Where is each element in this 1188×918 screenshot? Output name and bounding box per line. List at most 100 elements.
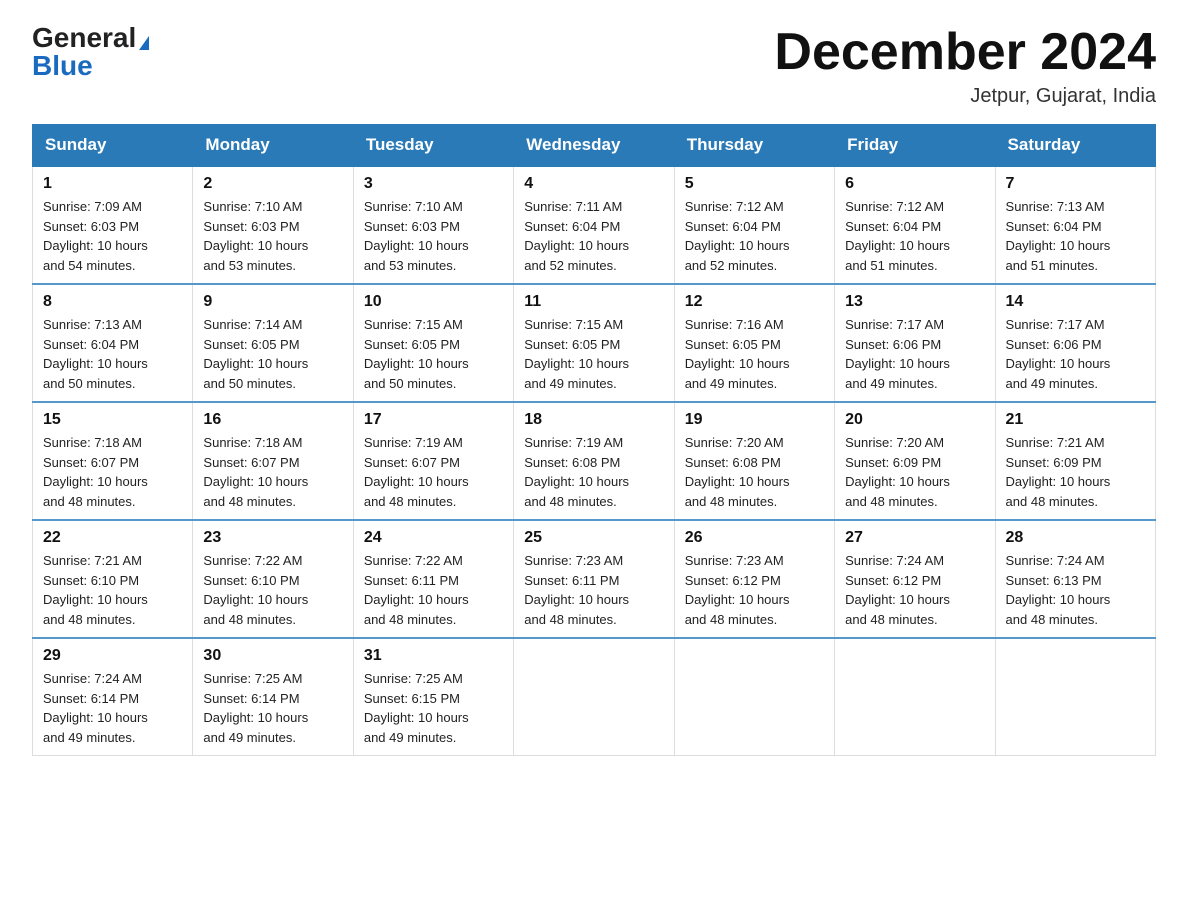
col-header-sunday: Sunday [33, 125, 193, 167]
day-number: 2 [203, 175, 342, 193]
calendar-cell: 1 Sunrise: 7:09 AMSunset: 6:03 PMDayligh… [33, 166, 193, 284]
month-title: December 2024 [774, 24, 1156, 81]
day-number: 31 [364, 647, 503, 665]
day-number: 17 [364, 411, 503, 429]
calendar-cell: 31 Sunrise: 7:25 AMSunset: 6:15 PMDaylig… [353, 638, 513, 756]
day-number: 9 [203, 293, 342, 311]
day-number: 1 [43, 175, 182, 193]
calendar-week-3: 15 Sunrise: 7:18 AMSunset: 6:07 PMDaylig… [33, 402, 1156, 520]
day-number: 5 [685, 175, 824, 193]
day-info: Sunrise: 7:10 AMSunset: 6:03 PMDaylight:… [364, 199, 469, 273]
day-info: Sunrise: 7:16 AMSunset: 6:05 PMDaylight:… [685, 317, 790, 391]
calendar-cell: 27 Sunrise: 7:24 AMSunset: 6:12 PMDaylig… [835, 520, 995, 638]
day-info: Sunrise: 7:09 AMSunset: 6:03 PMDaylight:… [43, 199, 148, 273]
day-info: Sunrise: 7:19 AMSunset: 6:07 PMDaylight:… [364, 435, 469, 509]
calendar-cell [674, 638, 834, 756]
calendar-week-2: 8 Sunrise: 7:13 AMSunset: 6:04 PMDayligh… [33, 284, 1156, 402]
day-number: 7 [1006, 175, 1145, 193]
day-number: 20 [845, 411, 984, 429]
day-info: Sunrise: 7:21 AMSunset: 6:10 PMDaylight:… [43, 553, 148, 627]
day-info: Sunrise: 7:22 AMSunset: 6:11 PMDaylight:… [364, 553, 469, 627]
day-info: Sunrise: 7:22 AMSunset: 6:10 PMDaylight:… [203, 553, 308, 627]
calendar-cell: 18 Sunrise: 7:19 AMSunset: 6:08 PMDaylig… [514, 402, 674, 520]
calendar-cell: 5 Sunrise: 7:12 AMSunset: 6:04 PMDayligh… [674, 166, 834, 284]
day-info: Sunrise: 7:21 AMSunset: 6:09 PMDaylight:… [1006, 435, 1111, 509]
calendar-cell: 17 Sunrise: 7:19 AMSunset: 6:07 PMDaylig… [353, 402, 513, 520]
calendar-cell: 29 Sunrise: 7:24 AMSunset: 6:14 PMDaylig… [33, 638, 193, 756]
col-header-saturday: Saturday [995, 125, 1155, 167]
day-info: Sunrise: 7:19 AMSunset: 6:08 PMDaylight:… [524, 435, 629, 509]
day-info: Sunrise: 7:18 AMSunset: 6:07 PMDaylight:… [203, 435, 308, 509]
day-number: 26 [685, 529, 824, 547]
calendar-cell: 23 Sunrise: 7:22 AMSunset: 6:10 PMDaylig… [193, 520, 353, 638]
day-info: Sunrise: 7:18 AMSunset: 6:07 PMDaylight:… [43, 435, 148, 509]
day-info: Sunrise: 7:17 AMSunset: 6:06 PMDaylight:… [1006, 317, 1111, 391]
day-number: 10 [364, 293, 503, 311]
day-number: 27 [845, 529, 984, 547]
day-info: Sunrise: 7:24 AMSunset: 6:14 PMDaylight:… [43, 671, 148, 745]
calendar-table: SundayMondayTuesdayWednesdayThursdayFrid… [32, 124, 1156, 756]
calendar-cell: 11 Sunrise: 7:15 AMSunset: 6:05 PMDaylig… [514, 284, 674, 402]
calendar-cell [835, 638, 995, 756]
logo-general-text: General [32, 22, 136, 53]
day-info: Sunrise: 7:13 AMSunset: 6:04 PMDaylight:… [1006, 199, 1111, 273]
day-info: Sunrise: 7:12 AMSunset: 6:04 PMDaylight:… [845, 199, 950, 273]
calendar-cell: 21 Sunrise: 7:21 AMSunset: 6:09 PMDaylig… [995, 402, 1155, 520]
day-number: 16 [203, 411, 342, 429]
calendar-cell: 25 Sunrise: 7:23 AMSunset: 6:11 PMDaylig… [514, 520, 674, 638]
day-number: 15 [43, 411, 182, 429]
day-number: 23 [203, 529, 342, 547]
col-header-wednesday: Wednesday [514, 125, 674, 167]
day-info: Sunrise: 7:25 AMSunset: 6:15 PMDaylight:… [364, 671, 469, 745]
title-block: December 2024 Jetpur, Gujarat, India [774, 24, 1156, 108]
calendar-cell [514, 638, 674, 756]
day-number: 14 [1006, 293, 1145, 311]
day-info: Sunrise: 7:23 AMSunset: 6:12 PMDaylight:… [685, 553, 790, 627]
day-info: Sunrise: 7:20 AMSunset: 6:09 PMDaylight:… [845, 435, 950, 509]
day-info: Sunrise: 7:24 AMSunset: 6:13 PMDaylight:… [1006, 553, 1111, 627]
calendar-cell: 16 Sunrise: 7:18 AMSunset: 6:07 PMDaylig… [193, 402, 353, 520]
day-number: 12 [685, 293, 824, 311]
col-header-monday: Monday [193, 125, 353, 167]
day-number: 6 [845, 175, 984, 193]
calendar-cell: 8 Sunrise: 7:13 AMSunset: 6:04 PMDayligh… [33, 284, 193, 402]
logo-triangle-icon [139, 36, 149, 50]
calendar-cell: 6 Sunrise: 7:12 AMSunset: 6:04 PMDayligh… [835, 166, 995, 284]
day-number: 3 [364, 175, 503, 193]
day-number: 22 [43, 529, 182, 547]
day-info: Sunrise: 7:25 AMSunset: 6:14 PMDaylight:… [203, 671, 308, 745]
day-number: 21 [1006, 411, 1145, 429]
calendar-cell: 13 Sunrise: 7:17 AMSunset: 6:06 PMDaylig… [835, 284, 995, 402]
day-number: 29 [43, 647, 182, 665]
calendar-cell: 3 Sunrise: 7:10 AMSunset: 6:03 PMDayligh… [353, 166, 513, 284]
day-info: Sunrise: 7:17 AMSunset: 6:06 PMDaylight:… [845, 317, 950, 391]
day-info: Sunrise: 7:20 AMSunset: 6:08 PMDaylight:… [685, 435, 790, 509]
logo-blue-row: Blue [32, 52, 93, 80]
day-info: Sunrise: 7:15 AMSunset: 6:05 PMDaylight:… [364, 317, 469, 391]
day-number: 18 [524, 411, 663, 429]
day-info: Sunrise: 7:24 AMSunset: 6:12 PMDaylight:… [845, 553, 950, 627]
day-number: 4 [524, 175, 663, 193]
calendar-cell [995, 638, 1155, 756]
day-info: Sunrise: 7:14 AMSunset: 6:05 PMDaylight:… [203, 317, 308, 391]
calendar-header-row: SundayMondayTuesdayWednesdayThursdayFrid… [33, 125, 1156, 167]
calendar-cell: 20 Sunrise: 7:20 AMSunset: 6:09 PMDaylig… [835, 402, 995, 520]
calendar-week-5: 29 Sunrise: 7:24 AMSunset: 6:14 PMDaylig… [33, 638, 1156, 756]
day-number: 13 [845, 293, 984, 311]
logo-blue-text: Blue [32, 50, 93, 81]
col-header-tuesday: Tuesday [353, 125, 513, 167]
calendar-cell: 24 Sunrise: 7:22 AMSunset: 6:11 PMDaylig… [353, 520, 513, 638]
logo-general-row: General [32, 24, 149, 52]
day-number: 28 [1006, 529, 1145, 547]
day-info: Sunrise: 7:23 AMSunset: 6:11 PMDaylight:… [524, 553, 629, 627]
col-header-friday: Friday [835, 125, 995, 167]
page-header: General Blue December 2024 Jetpur, Gujar… [32, 24, 1156, 108]
day-info: Sunrise: 7:12 AMSunset: 6:04 PMDaylight:… [685, 199, 790, 273]
day-info: Sunrise: 7:11 AMSunset: 6:04 PMDaylight:… [524, 199, 629, 273]
day-number: 8 [43, 293, 182, 311]
calendar-week-4: 22 Sunrise: 7:21 AMSunset: 6:10 PMDaylig… [33, 520, 1156, 638]
calendar-cell: 30 Sunrise: 7:25 AMSunset: 6:14 PMDaylig… [193, 638, 353, 756]
calendar-cell: 4 Sunrise: 7:11 AMSunset: 6:04 PMDayligh… [514, 166, 674, 284]
calendar-cell: 26 Sunrise: 7:23 AMSunset: 6:12 PMDaylig… [674, 520, 834, 638]
calendar-cell: 12 Sunrise: 7:16 AMSunset: 6:05 PMDaylig… [674, 284, 834, 402]
